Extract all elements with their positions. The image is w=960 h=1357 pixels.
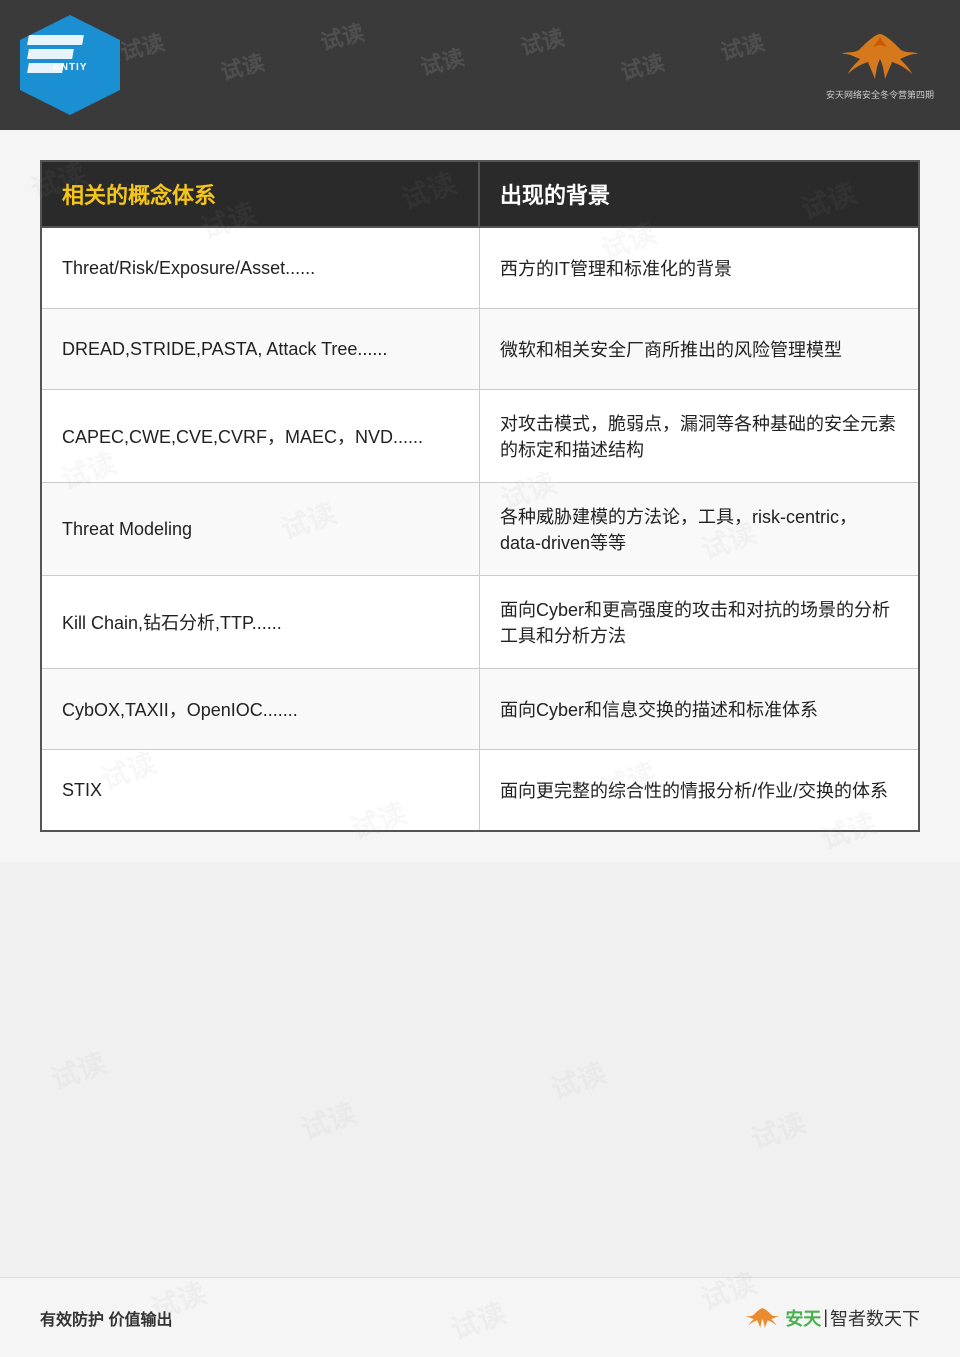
- col-right-header: 出现的背景: [480, 162, 918, 228]
- cell-left-4: Kill Chain,钻石分析,TTP......: [42, 576, 480, 668]
- hwm-4: 试读: [417, 40, 468, 82]
- table-row: Threat/Risk/Exposure/Asset...... 西方的IT管理…: [42, 228, 918, 309]
- hwm-5: 试读: [517, 20, 568, 62]
- stripe-3: [27, 63, 64, 73]
- table-row: CAPEC,CWE,CVE,CVRF，MAEC，NVD...... 对攻击模式，…: [42, 390, 918, 483]
- pwm-16: 试读: [545, 1052, 611, 1109]
- table-row: DREAD,STRIDE,PASTA, Attack Tree...... 微软…: [42, 309, 918, 390]
- hwm-7: 试读: [717, 25, 768, 67]
- footer-right-logo: 安天 | 智者数天下: [745, 1304, 920, 1332]
- footer-brand-dark: 智者数天下: [830, 1305, 920, 1331]
- eagle-icon: [840, 29, 920, 84]
- data-table: 相关的概念体系 出现的背景 Threat/Risk/Exposure/Asset…: [40, 160, 920, 832]
- table-header-row: 相关的概念体系 出现的背景: [42, 162, 918, 228]
- hwm-2: 试读: [217, 45, 268, 87]
- stripe-1: [27, 35, 84, 45]
- footer: 有效防护 价值输出 安天 | 智者数天下: [0, 1277, 960, 1357]
- cell-right-4: 面向Cyber和更高强度的攻击和对抗的场景的分析工具和分析方法: [480, 576, 918, 668]
- header: ANTIY 试读 试读 试读 试读 试读 试读 试读 安天网络安全冬令营第四期: [0, 0, 960, 130]
- cell-right-3: 各种威胁建模的方法论，工具，risk-centric，data-driven等等: [480, 483, 918, 575]
- table-row: CybOX,TAXII，OpenIOC....... 面向Cyber和信息交换的…: [42, 669, 918, 750]
- cell-left-6: STIX: [42, 750, 480, 830]
- cell-right-5: 面向Cyber和信息交换的描述和标准体系: [480, 669, 918, 749]
- main-content: 相关的概念体系 出现的背景 Threat/Risk/Exposure/Asset…: [0, 130, 960, 862]
- cell-left-5: CybOX,TAXII，OpenIOC.......: [42, 669, 480, 749]
- hwm-1: 试读: [117, 25, 168, 67]
- table-row: STIX 面向更完整的综合性的情报分析/作业/交换的体系: [42, 750, 918, 830]
- table-row: Threat Modeling 各种威胁建模的方法论，工具，risk-centr…: [42, 483, 918, 576]
- footer-eagle-icon: [745, 1304, 780, 1332]
- hwm-6: 试读: [617, 45, 668, 87]
- footer-brand-green: 安天: [785, 1305, 821, 1331]
- cell-right-1: 微软和相关安全厂商所推出的风险管理模型: [480, 309, 918, 389]
- cell-left-3: Threat Modeling: [42, 483, 480, 575]
- pwm-17: 试读: [745, 1102, 811, 1159]
- footer-left-text: 有效防护 价值输出: [40, 1306, 172, 1330]
- right-logo-subtext: 安天网络安全冬令营第四期: [826, 88, 934, 101]
- cell-left-0: Threat/Risk/Exposure/Asset......: [42, 228, 480, 308]
- logo-hexagon: ANTIY: [20, 15, 120, 115]
- cell-right-2: 对攻击模式，脆弱点，漏洞等各种基础的安全元素的标定和描述结构: [480, 390, 918, 482]
- hwm-3: 试读: [317, 15, 368, 57]
- table-row: Kill Chain,钻石分析,TTP...... 面向Cyber和更高强度的攻…: [42, 576, 918, 669]
- pwm-15: 试读: [295, 1092, 361, 1149]
- cell-right-0: 西方的IT管理和标准化的背景: [480, 228, 918, 308]
- cell-right-6: 面向更完整的综合性的情报分析/作业/交换的体系: [480, 750, 918, 830]
- header-watermarks: 试读 试读 试读 试读 试读 试读 试读: [0, 0, 960, 130]
- cell-left-1: DREAD,STRIDE,PASTA, Attack Tree......: [42, 309, 480, 389]
- cell-left-2: CAPEC,CWE,CVE,CVRF，MAEC，NVD......: [42, 390, 480, 482]
- stripe-2: [27, 49, 74, 59]
- footer-brand-container: 安天 | 智者数天下: [785, 1305, 920, 1331]
- header-right-logo: 安天网络安全冬令营第四期: [820, 15, 940, 115]
- col-left-header: 相关的概念体系: [42, 162, 480, 228]
- logo-stripes: [28, 35, 93, 95]
- footer-brand-pipe: |: [823, 1307, 828, 1328]
- pwm-14: 试读: [45, 1042, 111, 1099]
